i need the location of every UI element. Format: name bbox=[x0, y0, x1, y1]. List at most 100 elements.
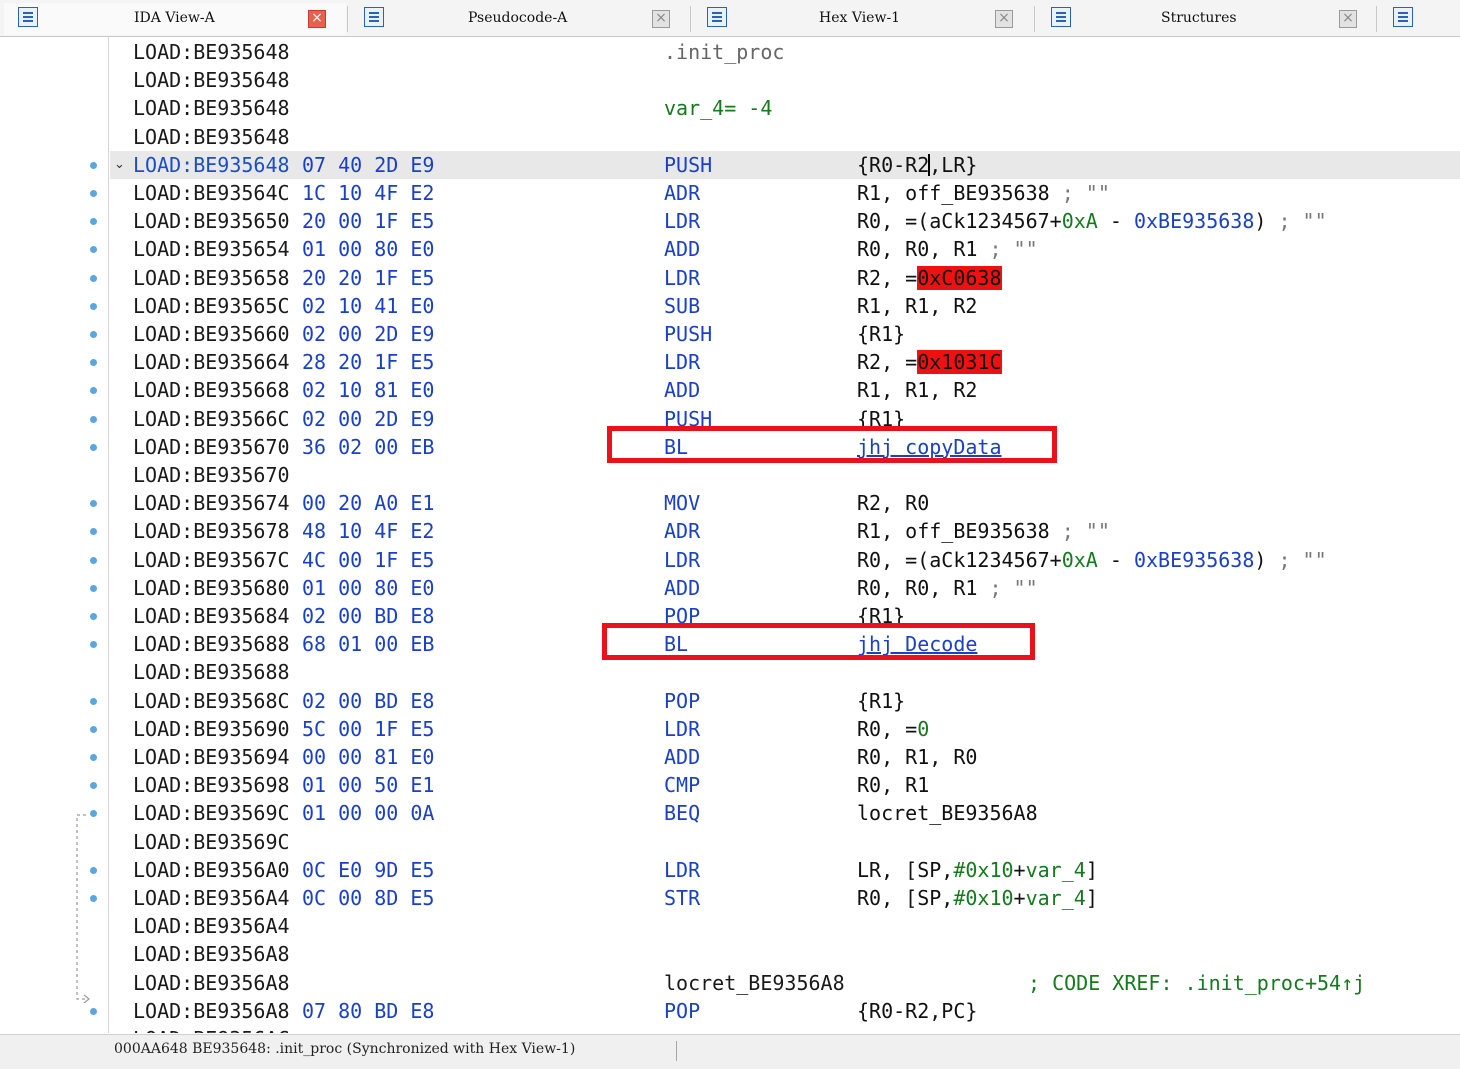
listing-row[interactable]: LOAD:BE93567C 4C 00 1F E5 LDR R0, =(aCk1234… bbox=[110, 546, 1460, 574]
breakpoint-marker-icon[interactable] bbox=[90, 754, 97, 761]
operand-text: ] bbox=[1085, 857, 1098, 882]
hex-icon[interactable] bbox=[707, 7, 727, 27]
listing-row[interactable]: LOAD:BE935658 20 20 1F E5 LDR R2, =0xC0638 bbox=[110, 264, 1460, 292]
listing-row[interactable]: LOAD:BE935650 20 00 1F E5 LDR R0, =(aCk1234… bbox=[110, 207, 1460, 235]
listing-row[interactable]: ⌄ LOAD:BE935648 07 40 2D E9 PUSH {R0-R2,LR} bbox=[110, 150, 1460, 179]
breakpoint-marker-icon[interactable] bbox=[90, 782, 97, 790]
breakpoint-marker-icon[interactable] bbox=[90, 1007, 97, 1015]
operands: LR, [SP,#0x10+var_4] bbox=[857, 856, 1098, 884]
breakpoint-marker-icon[interactable] bbox=[90, 528, 97, 536]
listing-row[interactable]: LOAD:BE9356A8 locret_BE9356A8 ; CODE XREF:… bbox=[110, 969, 1460, 997]
breakpoint-marker-icon[interactable] bbox=[90, 641, 97, 649]
enums-icon[interactable] bbox=[1393, 7, 1413, 27]
address-reference[interactable]: 0xBE935638 bbox=[1134, 209, 1254, 233]
listing-row[interactable]: LOAD:BE93569C bbox=[110, 828, 1460, 856]
listing-row[interactable]: LOAD:BE935690 5C 00 1F E5 LDR R0, =0 bbox=[110, 715, 1460, 743]
listing-row[interactable]: LOAD:BE935648 var_4= -4 bbox=[110, 94, 1460, 122]
close-tab-icon[interactable]: × bbox=[652, 10, 670, 28]
breakpoint-marker-icon[interactable] bbox=[90, 415, 97, 423]
mnemonic: LDR bbox=[664, 857, 701, 882]
stack-variable[interactable]: var_4 bbox=[1026, 886, 1086, 910]
listing-row[interactable]: LOAD:BE935654 01 00 80 E0 ADD R0, R0, R1 ; … bbox=[110, 235, 1460, 263]
breakpoint-marker-icon[interactable] bbox=[90, 359, 97, 367]
breakpoint-marker-icon[interactable] bbox=[90, 584, 97, 592]
highlighted-constant[interactable]: 0x1031C bbox=[917, 350, 1002, 375]
listing-row[interactable]: LOAD:BE9356AC bbox=[110, 1025, 1460, 1033]
listing-row[interactable]: LOAD:BE935648 bbox=[110, 123, 1460, 151]
listing-row[interactable]: LOAD:BE935694 00 00 81 E0 ADD R0, R1, R0 bbox=[110, 743, 1460, 771]
listing-row[interactable]: LOAD:BE93564C 1C 10 4F E2 ADR R1, off_BE935… bbox=[110, 179, 1460, 207]
opcode-bytes: 02 00 2D E9 bbox=[302, 322, 435, 346]
breakpoint-marker-icon[interactable] bbox=[90, 725, 97, 733]
address: LOAD:BE935678 bbox=[133, 519, 290, 544]
listing-row[interactable]: LOAD:BE93565C 02 10 41 E0 SUB R1, R1, R2 bbox=[110, 292, 1460, 320]
listing-row[interactable]: LOAD:BE935698 01 00 50 E1 CMP R0, R1 bbox=[110, 771, 1460, 799]
opcode-bytes: 07 80 BD E8 bbox=[302, 998, 435, 1023]
breakpoint-marker-icon[interactable] bbox=[90, 246, 97, 254]
breakpoint-marker-icon[interactable] bbox=[90, 218, 97, 226]
comment: ; "" bbox=[1049, 519, 1110, 544]
highlighted-constant[interactable]: 0xC0638 bbox=[917, 265, 1002, 290]
listing-row[interactable]: LOAD:BE935660 02 00 2D E9 PUSH {R1} bbox=[110, 320, 1460, 348]
close-tab-icon[interactable]: × bbox=[1339, 10, 1357, 28]
listing-row[interactable]: LOAD:BE9356A4 bbox=[110, 912, 1460, 940]
breakpoint-marker-icon[interactable] bbox=[90, 443, 97, 451]
listing-row[interactable]: LOAD:BE9356A8 bbox=[110, 940, 1460, 968]
listing-row[interactable]: LOAD:BE935674 00 20 A0 E1 MOV R2, R0 bbox=[110, 489, 1460, 517]
listing-row[interactable]: LOAD:BE935670 bbox=[110, 461, 1460, 489]
breakpoint-marker-icon[interactable] bbox=[90, 556, 97, 564]
pseudocode-icon[interactable] bbox=[364, 7, 384, 27]
listing-row[interactable]: LOAD:BE93568C 02 00 BD E8 POP {R1} bbox=[110, 687, 1460, 715]
listing-row[interactable]: LOAD:BE93569C 01 00 00 0A BEQ locret_BE9356… bbox=[110, 799, 1460, 827]
mnemonic: ADD bbox=[664, 237, 701, 262]
listing-row[interactable]: LOAD:BE935668 02 10 81 E0 ADD R1, R1, R2 bbox=[110, 376, 1460, 404]
address-reference[interactable]: 0xBE935638 bbox=[1134, 548, 1254, 572]
collapse-toggle-icon[interactable]: ⌄ bbox=[114, 151, 128, 179]
listing-row[interactable]: LOAD:BE935680 01 00 80 E0 ADD R0, R0, R1 ; … bbox=[110, 574, 1460, 602]
structures-icon[interactable] bbox=[1051, 7, 1071, 27]
breakpoint-marker-icon[interactable] bbox=[90, 274, 97, 282]
close-tab-icon[interactable]: × bbox=[995, 10, 1013, 28]
breakpoint-marker-icon[interactable] bbox=[90, 302, 97, 310]
listing-row[interactable]: LOAD:BE9356A4 0C 00 8D E5 STR R0, [SP,#0x10… bbox=[110, 884, 1460, 912]
listing-row[interactable]: LOAD:BE935648 bbox=[110, 66, 1460, 94]
listing-row[interactable]: LOAD:BE9356A0 0C E0 9D E5 LDR LR, [SP,#0x10… bbox=[110, 856, 1460, 884]
breakpoint-marker-icon[interactable] bbox=[90, 331, 97, 338]
breakpoint-marker-icon[interactable] bbox=[90, 387, 97, 395]
tab-extra[interactable] bbox=[1379, 3, 1460, 35]
address: LOAD:BE935648 bbox=[133, 124, 290, 149]
breakpoint-marker-icon[interactable] bbox=[90, 500, 97, 508]
comment: ; "" bbox=[1266, 547, 1327, 572]
comment: ; "" bbox=[1266, 209, 1327, 234]
numeric-operand: 0xA bbox=[1061, 209, 1098, 234]
close-tab-icon[interactable]: × bbox=[308, 10, 326, 28]
operands: locret_BE9356A8 bbox=[857, 799, 1038, 827]
listing-row[interactable]: LOAD:BE935664 28 20 1F E5 LDR R2, =0x1031C bbox=[110, 348, 1460, 376]
address: LOAD:BE9356AC bbox=[133, 1025, 290, 1033]
listing-row[interactable]: LOAD:BE935678 48 10 4F E2 ADR R1, off_BE935… bbox=[110, 517, 1460, 545]
xref-comment[interactable]: ; CODE XREF: .init_proc+54↑j bbox=[1028, 969, 1365, 997]
tab-structures[interactable]: Structures × bbox=[1037, 3, 1377, 35]
tab-pseudocode-a[interactable]: Pseudocode-A × bbox=[350, 3, 690, 35]
disassembly-listing[interactable]: LOAD:BE935648 .init_proc LOAD:BE935648 LOAD… bbox=[110, 37, 1460, 1033]
numeric-operand: #0x10 bbox=[953, 857, 1014, 882]
listing-row[interactable]: LOAD:BE9356A8 07 80 BD E8 POP {R0-R2,PC} bbox=[110, 997, 1460, 1025]
breakpoint-marker-icon[interactable] bbox=[90, 697, 97, 705]
listing-row[interactable]: LOAD:BE935688 bbox=[110, 658, 1460, 686]
breakpoint-marker-icon[interactable] bbox=[90, 613, 97, 620]
opcode-bytes: 01 00 80 E0 bbox=[302, 237, 435, 262]
address: LOAD:BE9356A8 bbox=[133, 970, 290, 995]
listing-icon[interactable] bbox=[18, 7, 38, 27]
breakpoint-marker-icon[interactable] bbox=[90, 161, 97, 169]
tab-ida-view-a[interactable]: IDA View-A × bbox=[4, 3, 346, 35]
listing-row[interactable]: LOAD:BE935648 .init_proc bbox=[110, 38, 1460, 66]
stack-variable[interactable]: var_4 bbox=[1026, 858, 1086, 882]
tab-hex-view-1[interactable]: Hex View-1 × bbox=[693, 3, 1033, 35]
mnemonic: STR bbox=[664, 886, 701, 910]
comment: ; "" bbox=[977, 237, 1038, 262]
operands: R0, R1, R0 bbox=[857, 743, 977, 771]
tab-label: Pseudocode-A bbox=[468, 10, 568, 26]
operands: R2, R0 bbox=[857, 489, 929, 517]
operand-text: LR, [SP, bbox=[857, 857, 954, 882]
breakpoint-marker-icon[interactable] bbox=[90, 190, 97, 197]
